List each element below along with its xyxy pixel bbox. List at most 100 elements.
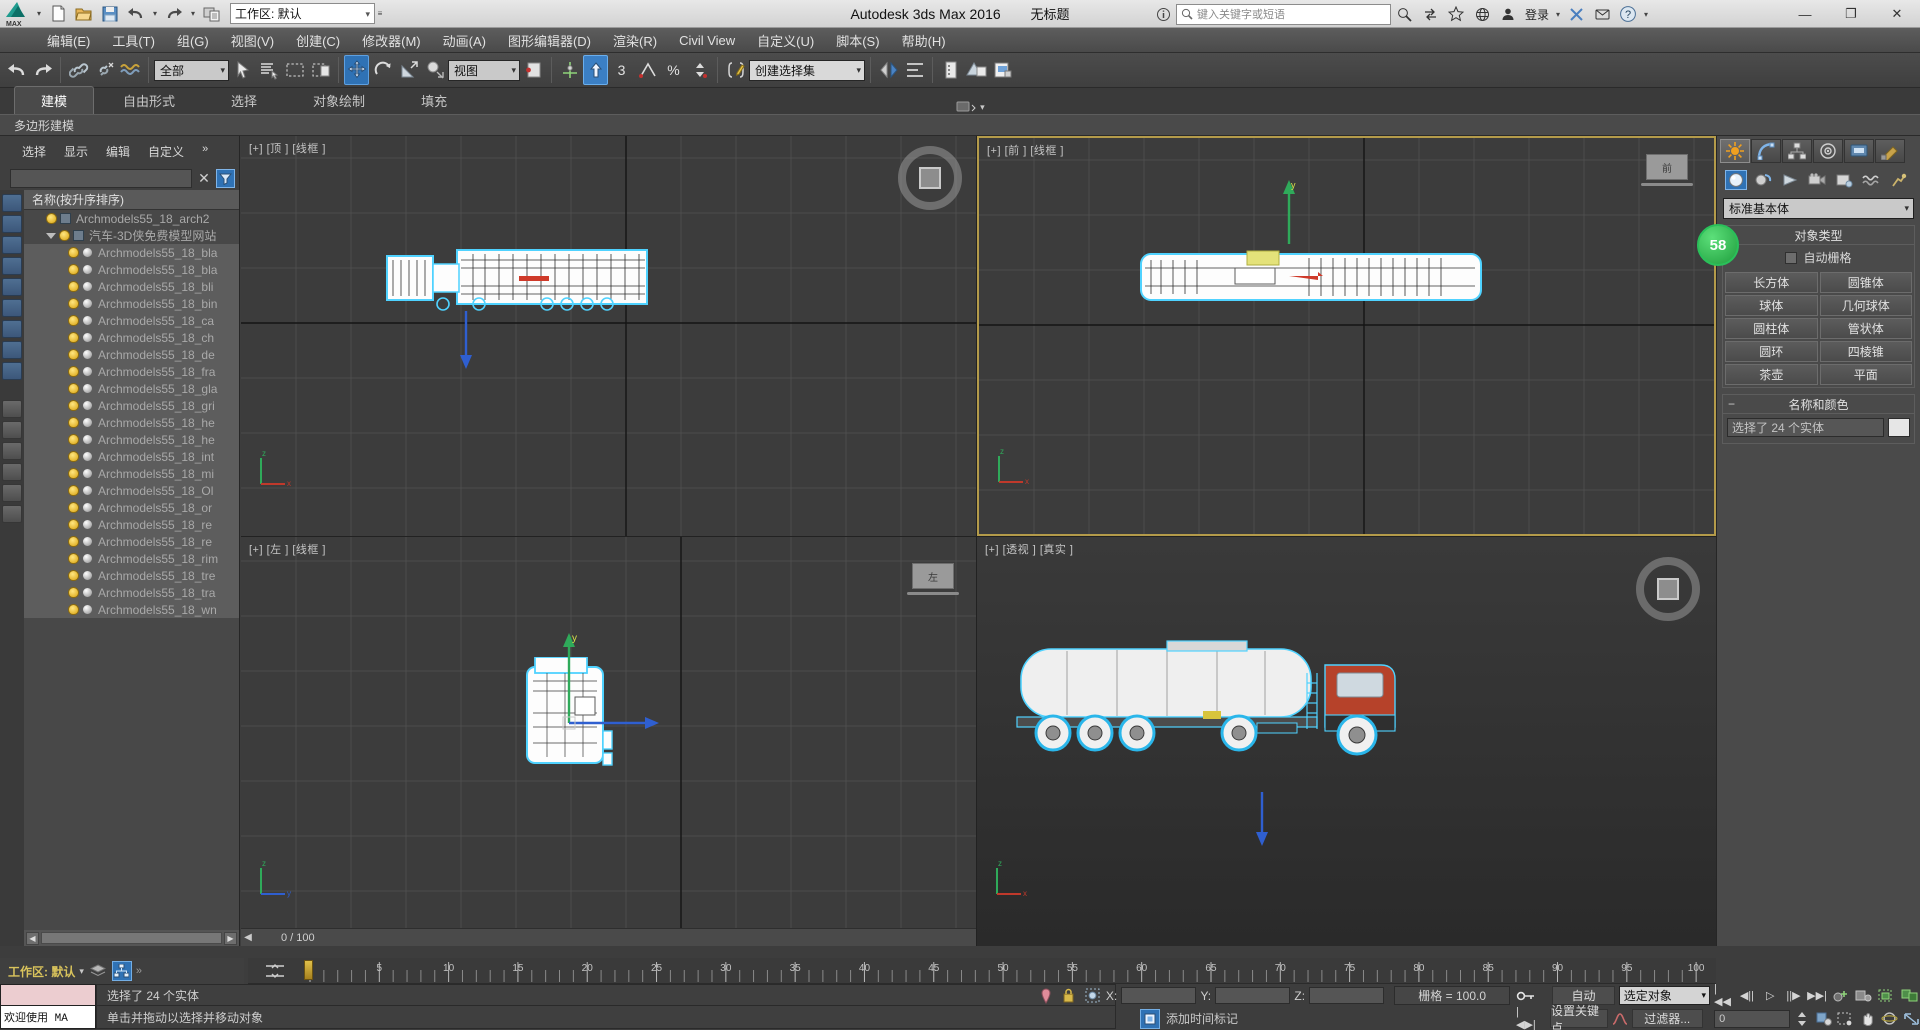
workspace-status-chevron-icon[interactable]: ▾ <box>79 966 84 977</box>
explorer-row[interactable]: Archmodels55_18_tra <box>24 584 239 601</box>
light-bulb-icon[interactable] <box>68 315 79 326</box>
tab-utilities[interactable] <box>1875 139 1905 163</box>
render-setup-icon[interactable] <box>990 55 1015 85</box>
viewcube-front[interactable]: 前 <box>1641 154 1693 186</box>
move-gizmo-left[interactable]: y <box>539 627 679 737</box>
key-mode-add-icon[interactable] <box>1831 986 1850 1006</box>
redo-dropdown-icon[interactable]: ▾ <box>188 3 198 25</box>
ribbon-tab-populate[interactable]: 填充 <box>394 86 474 114</box>
ribbon-tab-freeform[interactable]: 自由形式 <box>96 86 202 114</box>
light-bulb-icon[interactable] <box>68 587 79 598</box>
filter-bones-icon[interactable] <box>2 362 22 380</box>
set-key-button[interactable]: 设置关键点 <box>1549 1004 1608 1030</box>
object-type-rollout-header[interactable]: − 对象类型 <box>1723 226 1914 245</box>
zoom-region-icon[interactable] <box>1837 1009 1855 1029</box>
light-bulb-icon[interactable] <box>68 553 79 564</box>
create-pyramid-button[interactable]: 四棱锥 <box>1819 341 1912 362</box>
filter-helpers-icon[interactable] <box>2 278 22 296</box>
z-coord-input[interactable] <box>1309 987 1385 1004</box>
undo-toolbar-button[interactable] <box>4 55 29 85</box>
align-icon[interactable] <box>902 55 927 85</box>
menu-item-rendering[interactable]: 渲染(R) <box>602 28 668 53</box>
goto-end-icon[interactable]: ▶▶| <box>1807 986 1827 1006</box>
zoom-extents-selected-icon[interactable] <box>1901 986 1920 1006</box>
explorer-row[interactable]: Archmodels55_18_int <box>24 448 239 465</box>
expand-triangle-icon[interactable] <box>46 232 56 239</box>
geometry-icon[interactable] <box>1725 170 1747 190</box>
light-bulb-icon[interactable] <box>68 468 79 479</box>
filter-space-warps-icon[interactable] <box>2 299 22 317</box>
move-gizmo-top[interactable] <box>456 311 476 371</box>
menu-item-civil-view[interactable]: Civil View <box>668 30 746 51</box>
scroll-right-icon[interactable]: ▶ <box>224 931 237 945</box>
filter-shapes-icon[interactable] <box>2 215 22 233</box>
unlink-selection-icon[interactable] <box>92 55 117 85</box>
move-gizmo-front[interactable]: y <box>1279 178 1299 248</box>
use-pivot-point-center-icon[interactable] <box>521 55 546 85</box>
scene-explorer-list[interactable]: 名称(按升序排序) Archmodels55_18_arch2 汽车-3D侠免费模… <box>24 190 239 946</box>
explorer-filter-icon[interactable] <box>216 168 235 188</box>
explorer-row[interactable]: Archmodels55_18_de <box>24 346 239 363</box>
app-logo-icon[interactable]: MAX <box>0 0 34 28</box>
ribbon-chevron-down-icon[interactable]: ▾ <box>980 102 985 113</box>
systems-icon[interactable] <box>1887 170 1909 190</box>
help-question-icon[interactable]: ? <box>1615 3 1641 25</box>
explorer-menu-display[interactable]: 显示 <box>56 141 96 162</box>
explorer-tool-d-icon[interactable] <box>2 463 22 481</box>
viewcube-navigation-perspective[interactable] <box>1636 557 1700 621</box>
time-configuration-icon[interactable] <box>1815 1009 1833 1029</box>
bind-to-space-warp-icon[interactable] <box>118 55 143 85</box>
light-bulb-icon[interactable] <box>68 417 79 428</box>
named-selection-set-combo[interactable]: 创建选择集 ▾ <box>749 59 865 81</box>
select-and-move-icon[interactable] <box>344 55 369 85</box>
light-bulb-icon[interactable] <box>68 281 79 292</box>
filter-geometry-icon[interactable] <box>2 194 22 212</box>
tab-hierarchy[interactable] <box>1782 139 1812 163</box>
explorer-overflow-icon[interactable]: » <box>194 141 216 162</box>
light-bulb-icon[interactable] <box>68 366 79 377</box>
add-time-tag-icon[interactable] <box>1140 1008 1160 1029</box>
explorer-search-input[interactable] <box>10 168 192 188</box>
explorer-tool-b-icon[interactable] <box>2 421 22 439</box>
percent-snap-toggle-icon[interactable]: % <box>661 55 686 85</box>
communication-center-icon[interactable] <box>1589 3 1615 25</box>
user-account-icon[interactable] <box>1495 3 1521 25</box>
add-time-tag-label[interactable]: 添加时间标记 <box>1166 1010 1238 1027</box>
tab-modify[interactable] <box>1751 139 1781 163</box>
viewport-left[interactable]: [+] [左 ] [线框 ] y z y 左 ◀ 0 / 100 <box>241 537 976 946</box>
explorer-tool-e-icon[interactable] <box>2 484 22 502</box>
listener-input-line[interactable] <box>0 984 96 1006</box>
ribbon-tab-modeling[interactable]: 建模 <box>14 86 95 114</box>
redo-toolbar-button[interactable] <box>30 55 55 85</box>
filter-groups-icon[interactable] <box>2 320 22 338</box>
explorer-row[interactable]: Archmodels55_18_he <box>24 431 239 448</box>
explorer-row[interactable]: Archmodels55_18_bla <box>24 244 239 261</box>
spinner-snap-toggle-icon[interactable] <box>687 55 712 85</box>
object-color-swatch[interactable] <box>1888 418 1910 437</box>
selection-filter-combo[interactable]: 全部 ▾ <box>154 59 229 81</box>
search-input[interactable]: 键入关键字或短语 <box>1176 3 1391 25</box>
minimize-button[interactable]: — <box>1782 0 1828 28</box>
frame-spinner-icon[interactable] <box>1794 1009 1812 1029</box>
helpers-icon[interactable] <box>1833 170 1855 190</box>
name-color-rollout-header[interactable]: − 名称和颜色 <box>1723 395 1914 414</box>
menu-item-group[interactable]: 组(G) <box>166 28 220 53</box>
menu-item-views[interactable]: 视图(V) <box>220 28 285 53</box>
light-bulb-icon[interactable] <box>68 519 79 530</box>
rectangular-selection-region-icon[interactable] <box>282 55 307 85</box>
x-coord-input[interactable] <box>1121 987 1197 1004</box>
play-animation-icon[interactable]: ▷ <box>1761 986 1780 1006</box>
menu-item-edit[interactable]: 编辑(E) <box>36 28 101 53</box>
maximize-viewport-toggle-icon[interactable] <box>1902 1009 1920 1029</box>
exchange-icon[interactable] <box>1417 3 1443 25</box>
next-frame-icon[interactable]: ||▶ <box>1784 986 1803 1006</box>
selection-mode-combo[interactable]: 选定对象 ▾ <box>1618 986 1710 1005</box>
select-and-place-icon[interactable] <box>422 55 447 85</box>
object-category-combo[interactable]: 标准基本体 ▾ <box>1723 198 1914 219</box>
isolate-selection-icon[interactable] <box>1036 986 1055 1006</box>
orbit-view-icon[interactable] <box>1881 1009 1899 1029</box>
ribbon-display-icon[interactable] <box>956 100 976 114</box>
explorer-row[interactable]: Archmodels55_18_or <box>24 499 239 516</box>
light-bulb-icon[interactable] <box>68 400 79 411</box>
light-bulb-icon[interactable] <box>68 451 79 462</box>
